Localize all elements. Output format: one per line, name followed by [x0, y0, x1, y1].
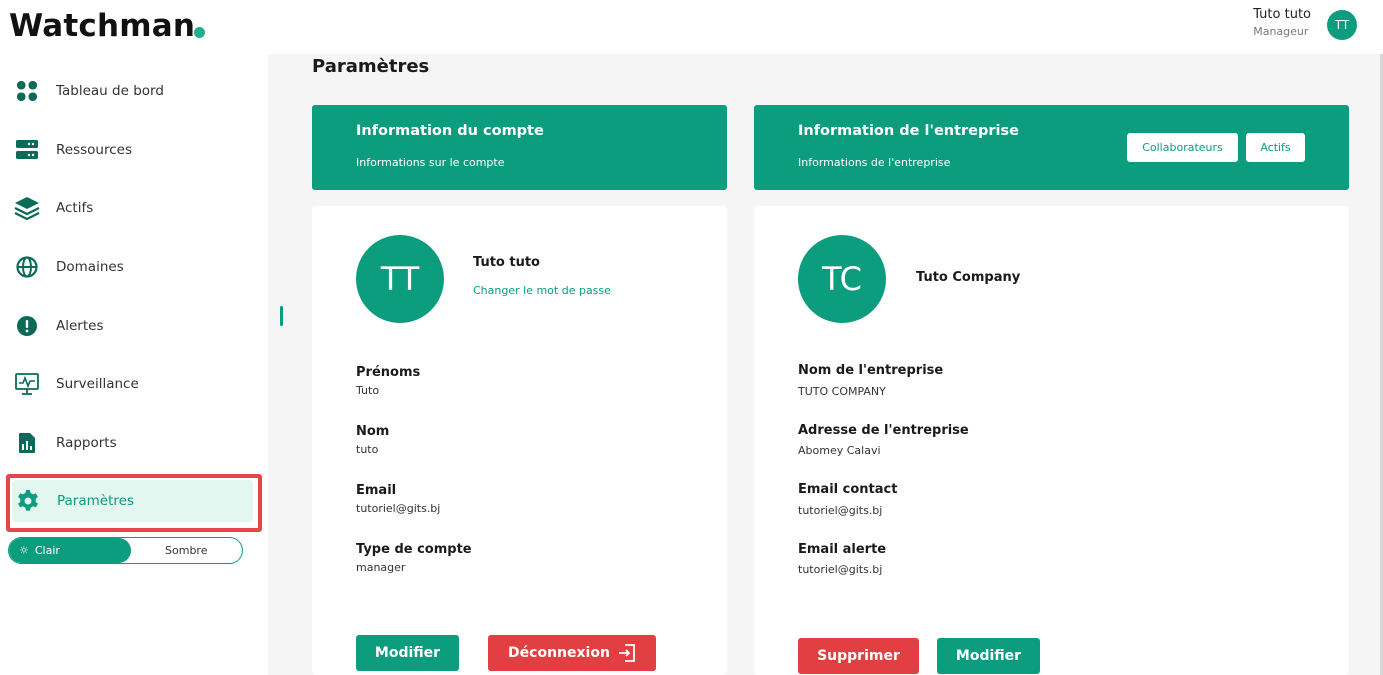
alert-icon: [14, 313, 40, 339]
change-password-link[interactable]: Changer le mot de passe: [473, 284, 611, 297]
app-logo[interactable]: Watchman: [9, 8, 195, 44]
sidebar-item-tableau-de-bord[interactable]: Tableau de bord: [14, 71, 254, 111]
sidebar-item-label: Tableau de bord: [56, 83, 164, 99]
field-value: tutoriel@gits.bj: [356, 502, 441, 515]
delete-company-button[interactable]: Supprimer: [798, 638, 919, 674]
field-value: Tuto: [356, 384, 380, 397]
company-modify-label: Modifier: [955, 648, 1022, 664]
theme-dark-label: Sombre: [165, 544, 208, 557]
sidebar-item-label: Domaines: [56, 259, 124, 275]
main-content: Paramètres Information du compte Informa…: [268, 54, 1383, 675]
sidebar-item-label: Rapports: [56, 435, 117, 451]
field-label: Email alerte: [798, 542, 887, 557]
account-banner-title: Information du compte: [356, 123, 544, 139]
field-label: Prénoms: [356, 365, 421, 380]
account-name: Tuto tuto: [473, 255, 540, 270]
sidebar-item-domaines[interactable]: Domaines: [14, 247, 254, 287]
delete-company-label: Supprimer: [817, 648, 900, 664]
globe-icon: [14, 254, 40, 280]
company-name: Tuto Company: [916, 270, 1021, 285]
scroll-indicator[interactable]: [280, 306, 283, 326]
account-card: TT Tuto tuto Changer le mot de passe Pré…: [312, 206, 727, 675]
sidebar-item-label: Alertes: [56, 318, 104, 334]
company-banner-title: Information de l'entreprise: [798, 123, 1019, 139]
collaborators-button[interactable]: Collaborateurs: [1127, 133, 1238, 162]
account-banner: Information du compte Informations sur l…: [312, 105, 727, 190]
logout-icon: [618, 644, 636, 662]
logout-label: Déconnexion: [508, 645, 610, 661]
field-label: Email: [356, 483, 397, 498]
sidebar-item-actifs[interactable]: Actifs: [14, 188, 254, 228]
user-info[interactable]: Tuto tuto Manageur: [1253, 7, 1311, 38]
sidebar-item-label: Ressources: [56, 142, 132, 158]
assets-button[interactable]: Actifs: [1246, 133, 1305, 162]
field-value: tuto: [356, 443, 379, 456]
field-value: tutoriel@gits.bj: [798, 563, 883, 576]
sun-icon: ☼: [19, 544, 29, 557]
company-banner-subtitle: Informations de l'entreprise: [798, 156, 951, 169]
field-label: Nom de l'entreprise: [798, 363, 944, 378]
company-modify-button[interactable]: Modifier: [937, 638, 1040, 674]
account-avatar: TT: [356, 235, 444, 323]
sidebar: Tableau de bord Ressources Actifs Domain…: [0, 54, 268, 675]
user-role: Manageur: [1253, 25, 1309, 38]
theme-light-label: Clair: [34, 544, 60, 557]
theme-light-option[interactable]: ☼ Clair: [9, 538, 131, 563]
sidebar-item-label: Actifs: [56, 200, 94, 216]
field-label: Adresse de l'entreprise: [798, 423, 969, 438]
active-item-highlight: [6, 474, 262, 532]
field-label: Nom: [356, 424, 390, 439]
sidebar-item-label: Surveillance: [56, 376, 139, 392]
dashboard-grid-icon: [14, 78, 40, 104]
field-value: tutoriel@gits.bj: [798, 504, 883, 517]
theme-toggle[interactable]: ☼ Clair Sombre: [8, 537, 243, 564]
account-banner-subtitle: Informations sur le compte: [356, 156, 505, 169]
field-value: TUTO COMPANY: [798, 385, 886, 398]
page-title: Paramètres: [312, 56, 430, 77]
logout-button[interactable]: Déconnexion: [488, 635, 656, 671]
theme-dark-option[interactable]: Sombre: [131, 538, 243, 563]
sidebar-item-ressources[interactable]: Ressources: [14, 130, 254, 170]
account-modify-label: Modifier: [374, 645, 441, 661]
company-avatar: TC: [798, 235, 886, 323]
server-icon: [14, 137, 40, 163]
field-label: Email contact: [798, 482, 898, 497]
sidebar-item-alertes[interactable]: Alertes: [14, 306, 254, 346]
monitor-icon: [14, 371, 40, 397]
report-chart-icon: [14, 430, 40, 456]
sidebar-item-rapports[interactable]: Rapports: [14, 423, 254, 463]
company-banner: Information de l'entreprise Informations…: [754, 105, 1349, 190]
sidebar-item-surveillance[interactable]: Surveillance: [14, 364, 254, 404]
layers-icon: [14, 195, 40, 221]
field-value: Abomey Calavi: [798, 444, 881, 457]
top-bar: Watchman Tuto tuto Manageur TT: [0, 0, 1383, 54]
user-name: Tuto tuto: [1253, 7, 1311, 22]
field-value: manager: [356, 561, 406, 574]
logo-dot: [194, 27, 205, 38]
user-avatar[interactable]: TT: [1327, 10, 1357, 40]
field-label: Type de compte: [356, 542, 472, 557]
company-card: TC Tuto Company Nom de l'entreprise TUTO…: [754, 206, 1349, 675]
account-modify-button[interactable]: Modifier: [356, 635, 459, 671]
